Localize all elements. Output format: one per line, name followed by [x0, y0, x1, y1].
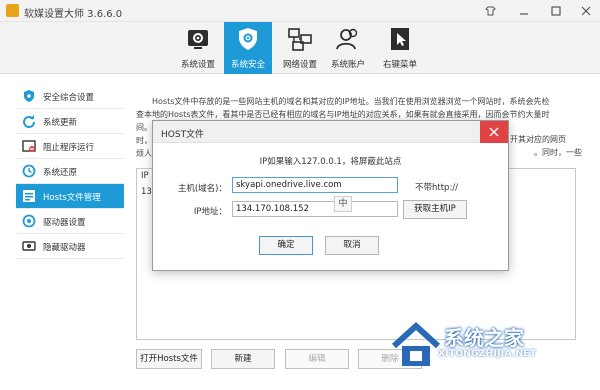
shield-gear-icon — [239, 28, 257, 50]
tab-system-settings[interactable]: 系统设置 — [174, 22, 222, 74]
gear-icon — [188, 30, 208, 49]
site-watermark: 系统之家 XITONGZHIJIA.NET — [388, 318, 598, 388]
dialog-title: HOST文件 — [161, 130, 205, 140]
tab-label: 系统安全 — [230, 60, 265, 70]
get-host-ip-button[interactable]: 获取主机IP — [403, 200, 467, 219]
sidebar-item-system-update[interactable]: 系统更新 — [16, 109, 124, 134]
app-logo-icon — [6, 4, 19, 17]
sidebar-item-block-programs[interactable]: 阻止程序运行 — [16, 134, 124, 159]
sidebar-item-drive-settings[interactable]: 驱动器设置 — [16, 209, 124, 234]
skin-icon[interactable] — [478, 0, 502, 22]
tab-label: 网络设置 — [282, 60, 317, 70]
watermark-url: XITONGZHIJIA.NET — [438, 349, 537, 359]
host-input[interactable] — [232, 177, 398, 193]
host-label: 主机(域名)： — [177, 184, 227, 194]
host-dialog: HOST文件 IP如果输入127.0.0.1，将屏蔽此站点 主机(域名)： 不带… — [152, 120, 509, 271]
tab-label: 右键菜单 — [382, 60, 417, 70]
open-hosts-file-button[interactable]: 打开Hosts文件 — [136, 349, 202, 369]
sidebar-item-label: 隐藏驱动器 — [43, 243, 86, 253]
sidebar-item-label: Hosts文件管理 — [43, 193, 101, 203]
drive-icon — [22, 214, 36, 228]
tab-label: 系统账户 — [330, 60, 365, 70]
close-icon — [489, 127, 499, 137]
sidebar-item-hosts-manager[interactable]: Hosts文件管理 — [16, 184, 124, 209]
restore-icon — [22, 164, 36, 178]
refresh-icon — [23, 115, 35, 128]
ime-indicator: 中 — [334, 196, 352, 212]
description-line: Hosts文件中存放的是一些网站主机的域名和其对应的IP地址。当我们在使用浏览器… — [136, 97, 550, 106]
sidebar-item-label: 系统更新 — [43, 118, 78, 128]
sidebar-item-label: 系统还原 — [43, 168, 78, 178]
hidden-drive-icon — [22, 241, 36, 251]
tab-label: 系统设置 — [180, 60, 215, 70]
close-icon[interactable] — [574, 0, 598, 22]
ip-label: IP地址： — [193, 207, 227, 217]
house-logo-icon — [391, 321, 441, 366]
sidebar-item-label: 安全综合设置 — [43, 93, 95, 103]
cancel-button[interactable]: 取消 — [325, 236, 379, 255]
dialog-hint: IP如果输入127.0.0.1，将屏蔽此站点 — [259, 157, 402, 167]
sidebar-item-system-restore[interactable]: 系统还原 — [16, 159, 124, 184]
window-title: 软媒设置大师 3.6.6.0 — [24, 9, 123, 20]
dialog-title-bar: HOST文件 — [153, 121, 508, 143]
new-entry-button[interactable]: 新建 — [211, 349, 275, 369]
title-bar: 软媒设置大师 3.6.6.0 — [0, 0, 600, 22]
maximize-icon[interactable] — [544, 0, 568, 22]
ip-input[interactable] — [232, 201, 398, 217]
main-toolbar: 系统设置 系统安全 网络设置 系统账户 右键菜单 — [0, 22, 600, 74]
description-fragment: 开其对应的网页 — [510, 135, 566, 144]
sidebar-item-security-overview[interactable]: 安全综合设置 — [16, 84, 124, 109]
description-fragment: 。同时，一些 — [534, 148, 582, 157]
watermark-text: 系统之家 — [444, 326, 524, 350]
tab-system-accounts[interactable]: 系统账户 — [324, 22, 372, 74]
cursor-icon — [391, 28, 409, 50]
network-icon — [288, 28, 312, 51]
sidebar-item-label: 阻止程序运行 — [43, 143, 95, 153]
sidebar: 安全综合设置 系统更新 阻止程序运行 系统还原 Hosts文件管理 驱动器设置 … — [16, 84, 124, 259]
host-note: 不带http:// — [415, 183, 459, 193]
list-header-ip: IP — [141, 171, 149, 181]
edit-entry-button[interactable]: 编辑 — [285, 349, 349, 369]
tab-context-menu[interactable]: 右键菜单 — [376, 22, 424, 74]
hosts-icon — [23, 190, 35, 202]
tab-network-settings[interactable]: 网络设置 — [276, 22, 324, 74]
users-icon — [336, 28, 358, 50]
shield-icon — [24, 90, 34, 102]
sidebar-item-hide-drive[interactable]: 隐藏驱动器 — [16, 234, 124, 259]
dialog-close-button[interactable] — [480, 121, 508, 143]
tab-system-security[interactable]: 系统安全 — [224, 22, 272, 74]
block-icon — [22, 140, 36, 152]
sidebar-item-label: 驱动器设置 — [43, 218, 86, 228]
ok-button[interactable]: 确定 — [259, 236, 313, 255]
minimize-icon[interactable] — [512, 0, 536, 22]
